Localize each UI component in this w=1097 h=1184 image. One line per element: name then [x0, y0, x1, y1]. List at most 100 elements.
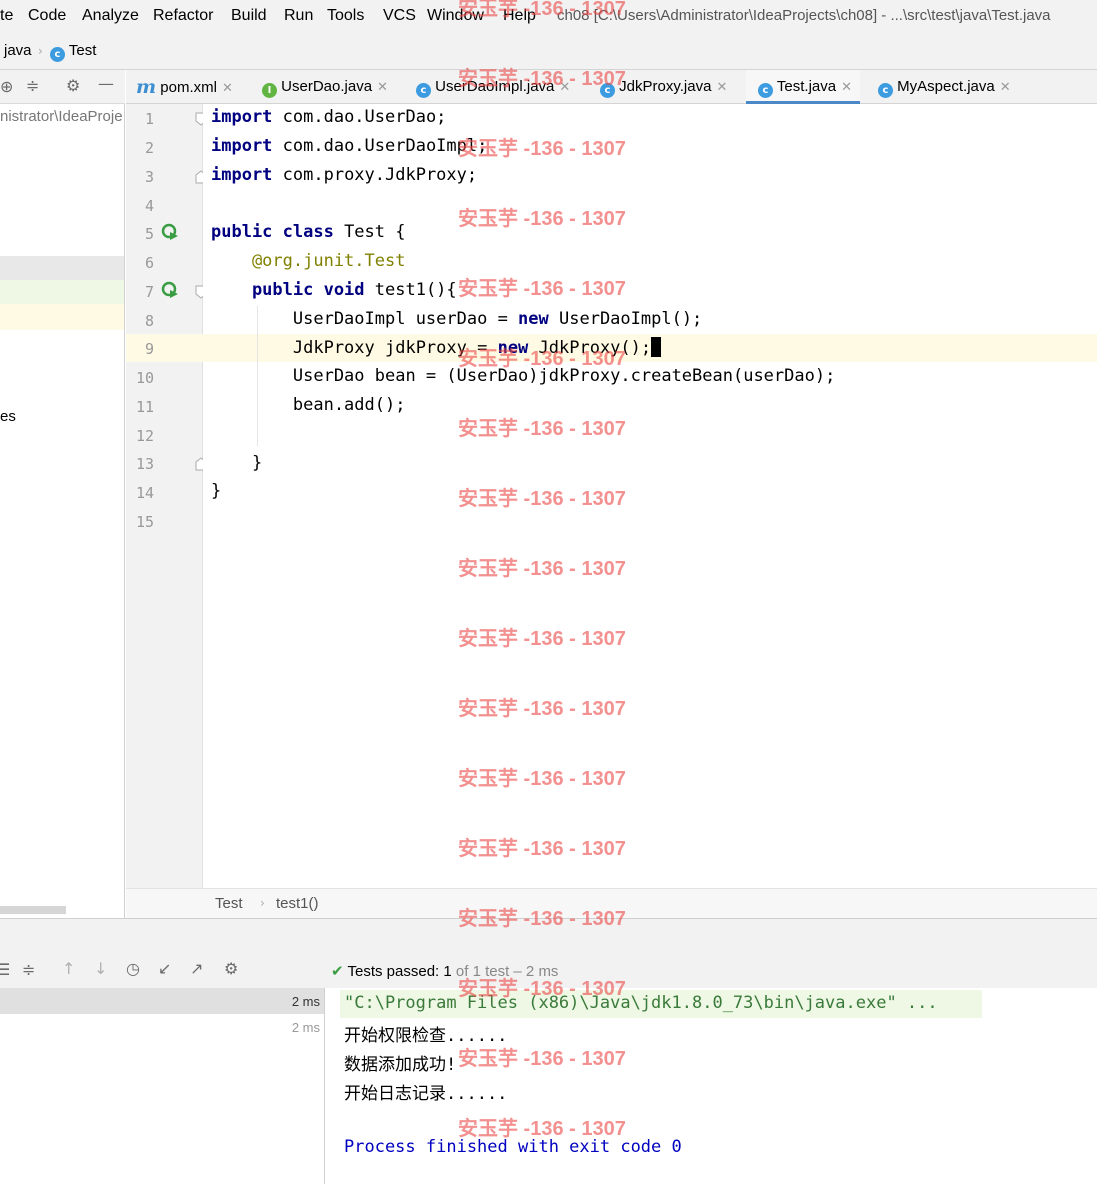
editor-tab-bar: m pom.xml ✕ I UserDao.java ✕ c UserDaoImpl…: [126, 70, 1097, 104]
collapse-all-icon[interactable]: ≑: [22, 960, 35, 979]
tab-pom-xml[interactable]: m pom.xml ✕: [136, 70, 233, 104]
tab-label: Test.java: [776, 78, 837, 95]
tab-label: UserDao.java: [281, 78, 373, 95]
nav-crumb-test-label: Test: [68, 42, 97, 59]
arrow-up-icon[interactable]: ↑: [62, 959, 75, 978]
code-line: }: [211, 453, 263, 473]
line-number: 8: [144, 312, 154, 330]
console-line: Process finished with exit code 0: [344, 1137, 682, 1157]
run-toolbar: ☰ ≑ ↑ ↓ ◷ ↙ ↗ ⚙ ✔ Tests passed: 1 of 1 t…: [0, 956, 1097, 988]
code-line: import com.dao.UserDao;: [211, 107, 447, 127]
test-duration: 2 ms: [291, 1020, 320, 1035]
close-icon[interactable]: ✕: [377, 80, 388, 95]
class-icon: c: [50, 47, 65, 62]
menu-item-vcs[interactable]: VCS: [383, 7, 416, 25]
collapse-all-icon[interactable]: ≑: [26, 76, 39, 95]
check-icon: ✔: [331, 962, 344, 980]
code-line: bean.add();: [211, 395, 406, 415]
nav-crumb-java[interactable]: java: [4, 42, 32, 59]
console-line: 数据添加成功!: [344, 1055, 457, 1075]
close-icon[interactable]: ✕: [841, 80, 852, 95]
text-caret: [651, 337, 662, 357]
project-toolbar: ⊕ ≑ ⚙ —: [0, 70, 125, 104]
console-line: "C:\Program Files (x86)\Java\jdk1.8.0_73…: [344, 993, 938, 1013]
line-number: 9: [144, 340, 154, 358]
code-line: public class Test {: [211, 222, 406, 242]
menu-item-run[interactable]: Run: [284, 7, 313, 25]
line-number: 14: [135, 484, 154, 502]
project-path[interactable]: nistrator\IdeaProje: [0, 108, 123, 125]
project-panel: ⊕ ≑ ⚙ — nistrator\IdeaProje es: [0, 70, 125, 918]
breadcrumb-class[interactable]: Test: [215, 895, 243, 912]
line-number: 6: [144, 254, 154, 272]
project-tree-row[interactable]: [0, 280, 124, 304]
gear-icon[interactable]: ⚙: [224, 959, 238, 978]
test-tree-row[interactable]: 2 ms: [0, 1014, 324, 1040]
editor-gutter: 1 2 3 4 5 6 7 8 9 10 11 12 13 14 15: [126, 104, 207, 888]
console-output[interactable]: "C:\Program Files (x86)\Java\jdk1.8.0_73…: [326, 988, 1097, 1184]
chevron-right-icon: ›: [260, 896, 265, 910]
line-number: 2: [144, 139, 154, 157]
sort-icon[interactable]: ☰: [0, 960, 10, 979]
test-tree-row[interactable]: 2 ms: [0, 988, 324, 1014]
test-tree: 2 ms 2 ms: [0, 988, 325, 1184]
class-icon: c: [416, 83, 431, 98]
tab-userdaoimpl-java[interactable]: c UserDaoImpl.java ✕: [416, 70, 570, 104]
code-breadcrumb-bar: Test › test1(): [126, 888, 1097, 918]
tab-userdao-java[interactable]: I UserDao.java ✕: [262, 70, 388, 104]
run-test-icon[interactable]: [161, 281, 179, 299]
tab-test-java[interactable]: c Test.java ✕: [746, 70, 861, 104]
code-line: import com.dao.UserDaoImpl;: [211, 136, 488, 156]
menu-item-help[interactable]: Help: [503, 7, 536, 25]
code-line: JdkProxy jdkProxy = new JdkProxy();: [211, 337, 662, 358]
import-icon[interactable]: ↙: [158, 959, 171, 978]
project-tree-selected-row[interactable]: [0, 256, 124, 280]
line-number: 11: [135, 398, 154, 416]
console-line: 开始权限检查......: [344, 1026, 508, 1046]
project-tree-row[interactable]: [0, 304, 124, 330]
hide-icon[interactable]: —: [98, 74, 114, 93]
menu-item-analyze[interactable]: Analyze: [82, 7, 139, 25]
line-number: 1: [144, 110, 154, 128]
class-icon: c: [600, 83, 615, 98]
code-line: @org.junit.Test: [211, 251, 406, 271]
tab-myaspect-java[interactable]: c MyAspect.java ✕: [878, 70, 1011, 104]
arrow-down-icon[interactable]: ↓: [94, 959, 107, 978]
close-icon[interactable]: ✕: [559, 80, 570, 95]
run-test-icon[interactable]: [161, 223, 179, 241]
close-icon[interactable]: ✕: [222, 81, 233, 96]
history-icon[interactable]: ◷: [126, 959, 140, 978]
close-icon[interactable]: ✕: [1000, 80, 1011, 95]
test-status-detail: of 1 test – 2 ms: [455, 963, 559, 980]
maven-icon: m: [136, 76, 157, 98]
project-tree-item[interactable]: es: [0, 408, 16, 425]
run-panel-header: [0, 918, 1097, 956]
project-scrollbar[interactable]: [0, 906, 66, 914]
nav-separator-icon: ›: [38, 44, 43, 58]
menu-item-navigate[interactable]: te: [0, 7, 13, 25]
code-line: import com.proxy.JdkProxy;: [211, 165, 478, 185]
gear-icon[interactable]: ⚙: [66, 76, 80, 95]
line-number: 5: [144, 225, 154, 243]
tab-label: UserDaoImpl.java: [435, 78, 555, 95]
close-icon[interactable]: ✕: [716, 80, 727, 95]
menu-item-code[interactable]: Code: [28, 7, 66, 25]
tab-label: JdkProxy.java: [619, 78, 712, 95]
code-line: UserDao bean = (UserDao)jdkProxy.createB…: [211, 366, 836, 386]
menu-item-build[interactable]: Build: [231, 7, 267, 25]
breadcrumb-method[interactable]: test1(): [276, 895, 319, 912]
locate-icon[interactable]: ⊕: [0, 77, 13, 96]
tab-jdkproxy-java[interactable]: c JdkProxy.java ✕: [600, 70, 727, 104]
tab-label: pom.xml: [160, 79, 217, 96]
line-number: 15: [135, 513, 154, 531]
code-editor[interactable]: import com.dao.UserDao; import com.dao.U…: [203, 104, 1097, 888]
menu-item-tools[interactable]: Tools: [327, 7, 364, 25]
line-number: 3: [144, 168, 154, 186]
nav-crumb-test[interactable]: c Test: [50, 42, 96, 62]
menu-item-refactor[interactable]: Refactor: [153, 7, 213, 25]
menu-item-window[interactable]: Window: [427, 7, 484, 25]
line-number: 4: [144, 197, 154, 215]
export-icon[interactable]: ↗: [190, 959, 203, 978]
class-icon: c: [758, 83, 773, 98]
test-status: ✔ Tests passed: 1 of 1 test – 2 ms: [331, 962, 558, 980]
